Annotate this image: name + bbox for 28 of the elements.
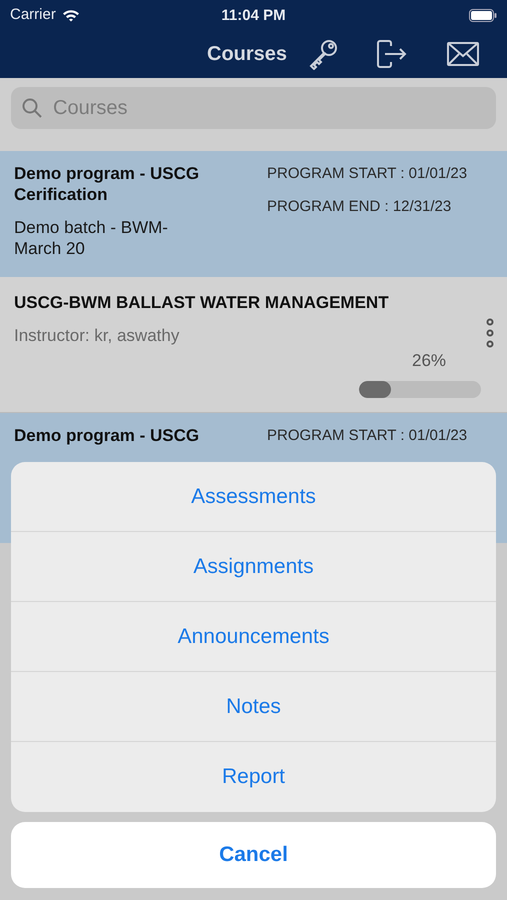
program-title: Demo program - USCG <box>14 425 200 446</box>
program-start: PROGRAM START : 01/01/23 <box>267 426 468 446</box>
action-button[interactable]: Assignments <box>11 532 496 602</box>
more-icon[interactable] <box>485 318 495 348</box>
program-end: PROGRAM END : 12/31/23 <box>267 196 452 216</box>
search-icon <box>22 98 42 118</box>
batch-name: Demo batch - BWM-March 20 <box>14 217 169 259</box>
action-button[interactable]: Report <box>11 742 496 812</box>
program-title: Demo program - USCG Cerification <box>14 163 200 205</box>
search-field[interactable]: Courses <box>11 87 496 129</box>
cancel-button[interactable]: Cancel <box>11 822 496 888</box>
course-card[interactable]: USCG-BWM BALLAST WATER MANAGEMENT Instructor: kr, aswathy 26% <box>0 277 507 413</box>
status-time: 11:04 PM <box>221 6 286 26</box>
carrier-label: Carrier <box>10 4 56 25</box>
mail-icon[interactable] <box>447 42 480 66</box>
action-button[interactable]: Announcements <box>11 602 496 672</box>
action-button[interactable]: Notes <box>11 672 496 742</box>
key-icon[interactable] <box>307 38 340 70</box>
program-start: PROGRAM START : 01/01/23 <box>267 164 468 184</box>
wifi-icon <box>62 8 80 22</box>
instructor-name: Instructor: kr, aswathy <box>14 324 180 346</box>
progress-percent: 26% <box>412 350 446 372</box>
program-card[interactable]: Demo program - USCG Cerification Demo batch - BWM-March 20 PROGRAM START : 01/01/23 PROGRAM END : 12/31/23 <box>0 151 507 277</box>
logout-icon[interactable] <box>377 40 408 68</box>
nav-title: Courses <box>207 42 288 67</box>
action-button[interactable]: Assessments <box>11 462 496 532</box>
battery-icon <box>469 8 497 22</box>
course-title: USCG-BWM BALLAST WATER MANAGEMENT <box>14 292 390 314</box>
